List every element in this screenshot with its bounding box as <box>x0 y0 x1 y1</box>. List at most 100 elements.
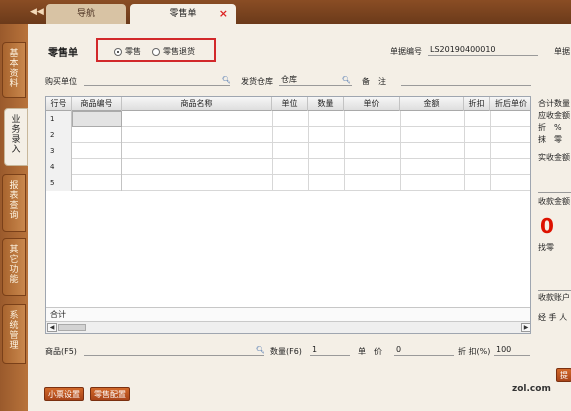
receivable-label: 应收金额 <box>538 111 570 120</box>
row-number: 4 <box>46 159 72 175</box>
buyer-field[interactable] <box>84 74 230 86</box>
col-header-amount[interactable]: 金额 <box>400 97 464 111</box>
received-label: 收款金额 <box>538 197 570 206</box>
left-nav: 基本资料 业务录入 报表查询 其它功能 系统管理 <box>0 24 28 411</box>
tab-retail-order-label: 零售单 <box>169 9 197 19</box>
col-header-row-no[interactable]: 行号 <box>46 97 72 111</box>
retail-config-button[interactable]: 零售配置 <box>90 387 130 401</box>
table-row[interactable]: 1 <box>46 111 530 127</box>
col-header-code[interactable]: 商品编号 <box>72 97 122 111</box>
row-number: 1 <box>46 111 72 127</box>
scroll-thumb[interactable] <box>58 324 86 331</box>
col-divider <box>344 111 345 191</box>
round-label: 抹 零 <box>538 135 562 144</box>
table-row[interactable]: 3 <box>46 143 530 159</box>
retail-order-panel: 零售单 零售 零售退货 单据编号 LS20190400010 单据 购买单位 🔍… <box>28 24 571 411</box>
radio-dot-checked <box>114 47 122 56</box>
scroll-right-icon[interactable]: ▶ <box>521 323 530 332</box>
doc-no-field[interactable]: LS20190400010 <box>428 44 538 56</box>
product-label: 商品(F5) <box>45 347 77 356</box>
code-cell[interactable] <box>72 127 122 143</box>
radio-dot-unchecked <box>152 47 160 56</box>
col-header-qty[interactable]: 数量 <box>308 97 344 111</box>
qty-label: 数量(F6) <box>270 347 302 356</box>
grid-header: 行号 商品编号 商品名称 单位 数量 单价 金额 折扣 折后单价 <box>46 97 530 111</box>
divider <box>538 192 571 193</box>
actual-label: 实收金额 <box>538 153 570 162</box>
tab-retail-order[interactable]: 零售单 × <box>130 4 236 24</box>
col-header-name[interactable]: 商品名称 <box>122 97 272 111</box>
received-value[interactable]: 0 <box>540 214 554 238</box>
col-divider <box>464 111 465 191</box>
warehouse-label: 发货仓库 <box>241 77 273 86</box>
col-divider <box>272 111 273 191</box>
radio-retail-return-label: 零售退货 <box>163 47 195 56</box>
col-divider <box>490 111 491 191</box>
discount-pct-label: 折 扣(%) <box>458 347 491 356</box>
nav-basic-data-label: 基本资料 <box>9 49 19 89</box>
nav-system-management-label: 系统管理 <box>9 311 19 351</box>
search-icon[interactable]: 🔍︎ <box>222 76 231 84</box>
search-icon[interactable]: 🔍︎ <box>256 346 265 354</box>
nav-business-entry-label: 业务录入 <box>11 115 21 155</box>
code-cell[interactable] <box>72 175 122 191</box>
nav-basic-data[interactable]: 基本资料 <box>2 42 26 98</box>
code-cell[interactable] <box>72 143 122 159</box>
unit-price-field[interactable]: 0 <box>394 344 454 356</box>
col-header-unit[interactable]: 单位 <box>272 97 308 111</box>
discount-label: 折 % <box>538 123 562 132</box>
unit-price-label: 单 价 <box>358 347 382 356</box>
col-header-discount[interactable]: 折扣 <box>464 97 490 111</box>
sum-row: 合计 <box>46 307 530 321</box>
page-title: 零售单 <box>48 48 78 59</box>
tab-navigation[interactable]: 导航 <box>46 4 126 24</box>
radio-retail[interactable]: 零售 <box>114 46 141 57</box>
qty-field[interactable]: 1 <box>310 344 350 356</box>
divider <box>538 290 571 291</box>
radio-retail-label: 零售 <box>125 47 141 56</box>
change-label: 找零 <box>538 243 554 252</box>
total-qty-label: 合计数量 <box>538 99 570 108</box>
radio-retail-return[interactable]: 零售退货 <box>152 46 195 57</box>
col-header-price[interactable]: 单价 <box>344 97 400 111</box>
back-arrows-icon[interactable]: ◀◀ <box>30 8 44 17</box>
watermark: zol.com <box>512 384 551 394</box>
code-cell-selected[interactable] <box>72 111 122 127</box>
discount-pct-field[interactable]: 100 <box>494 344 530 356</box>
doc-date-label: 单据 <box>554 47 570 56</box>
sum-label: 合计 <box>50 310 66 319</box>
row-number: 3 <box>46 143 72 159</box>
remark-label: 备 注 <box>362 77 386 86</box>
mode-radio-group: 零售 零售退货 <box>96 38 216 62</box>
nav-other-functions-label: 其它功能 <box>9 245 19 285</box>
nav-report-query-label: 报表查询 <box>9 181 19 221</box>
items-grid: 行号 商品编号 商品名称 单位 数量 单价 金额 折扣 折后单价 1 2 3 4… <box>45 96 531 334</box>
top-tabbar: ◀◀ 导航 零售单 × <box>0 0 571 24</box>
handler-label: 经 手 人 <box>538 313 568 322</box>
row-number: 5 <box>46 175 72 191</box>
nav-other-functions[interactable]: 其它功能 <box>2 238 26 296</box>
code-cell[interactable] <box>72 159 122 175</box>
nav-report-query[interactable]: 报表查询 <box>2 174 26 232</box>
col-divider <box>400 111 401 191</box>
close-icon[interactable]: × <box>219 4 228 24</box>
row-number: 2 <box>46 127 72 143</box>
nav-system-management[interactable]: 系统管理 <box>2 304 26 364</box>
buyer-label: 购买单位 <box>45 77 77 86</box>
horizontal-scrollbar[interactable]: ◀ ▶ <box>46 321 530 333</box>
table-row[interactable]: 4 <box>46 159 530 175</box>
receipt-settings-button[interactable]: 小票设置 <box>44 387 84 401</box>
search-icon[interactable]: 🔍︎ <box>342 76 351 84</box>
table-row[interactable]: 2 <box>46 127 530 143</box>
remark-field[interactable] <box>401 74 531 86</box>
col-divider <box>308 111 309 191</box>
scroll-left-icon[interactable]: ◀ <box>47 323 57 332</box>
nav-business-entry[interactable]: 业务录入 <box>4 108 28 166</box>
submit-button[interactable]: 提 <box>556 368 571 382</box>
product-field[interactable] <box>84 344 264 356</box>
table-row[interactable]: 5 <box>46 175 530 191</box>
col-header-disc-price[interactable]: 折后单价 <box>490 97 530 111</box>
account-label: 收款账户 <box>538 293 570 302</box>
doc-no-label: 单据编号 <box>390 47 422 56</box>
tab-navigation-label: 导航 <box>76 9 95 19</box>
